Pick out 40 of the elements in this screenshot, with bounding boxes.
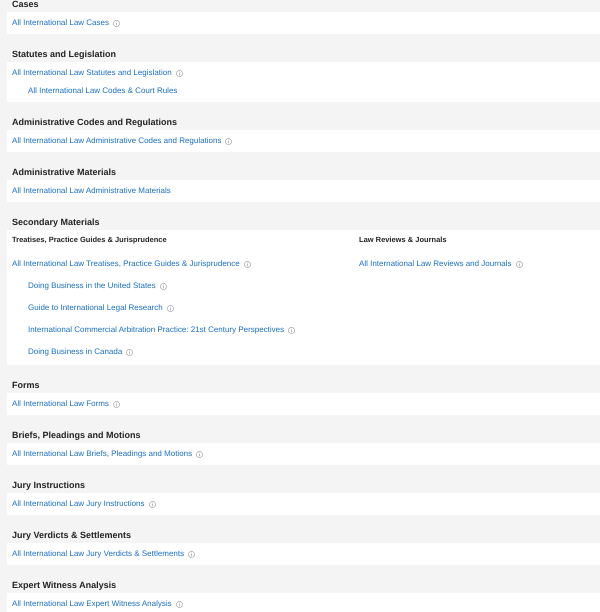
section-heading: Jury Instructions [12, 480, 86, 491]
category-link[interactable]: All International Law Treatises, Practice Guides & Jurisprudence [12, 258, 240, 270]
category-link[interactable]: International Commercial Arbitration Practice: 21st Century Perspectives [28, 324, 284, 336]
info-icon[interactable] [288, 326, 296, 334]
section-heading: Cases [12, 0, 39, 10]
category-link[interactable]: Doing Business in the United States [28, 280, 156, 292]
info-icon[interactable] [112, 400, 120, 408]
section-heading: Statutes and Legislation [12, 49, 116, 60]
category-link[interactable]: All International Law Codes & Court Rules [28, 85, 178, 97]
section-heading: Administrative Materials [12, 167, 116, 178]
info-icon[interactable] [148, 500, 156, 508]
category-link[interactable]: All International Law Forms [12, 398, 109, 410]
section-heading: Forms [12, 380, 40, 391]
info-icon[interactable] [244, 260, 251, 268]
section-heading: Jury Verdicts & Settlements [12, 530, 132, 541]
info-icon[interactable] [176, 70, 183, 76]
section-heading: Briefs, Pleadings and Motions [12, 430, 141, 441]
info-icon[interactable] [112, 20, 120, 26]
info-icon[interactable] [160, 282, 167, 290]
category-link[interactable]: All International Law Administrative Codes and Regulations [12, 135, 222, 147]
section-heading: Secondary Materials [12, 217, 100, 228]
section-heading: Expert Witness Analysis [12, 580, 116, 591]
category-link[interactable]: All International Law Cases [12, 17, 109, 29]
info-icon[interactable] [166, 304, 174, 312]
category-link[interactable]: Doing Business in Canada [28, 346, 122, 358]
info-icon[interactable] [126, 348, 134, 356]
category-link[interactable]: All International Law Jury Instructions [12, 498, 145, 510]
info-icon[interactable] [516, 260, 523, 268]
category-link[interactable]: All International Law Administrative Materials [12, 185, 171, 197]
category-link[interactable]: All International Law Statutes and Legislation [12, 67, 172, 79]
category-link[interactable]: Guide to International Legal Research [28, 302, 163, 314]
category-link[interactable]: All International Law Reviews and Journals [359, 258, 512, 270]
section-heading: Administrative Codes and Regulations [12, 117, 178, 128]
info-icon[interactable] [176, 600, 183, 608]
info-icon[interactable] [188, 550, 196, 558]
category-link[interactable]: All International Law Jury Verdicts & Settlements [12, 548, 184, 560]
info-icon[interactable] [196, 450, 204, 458]
category-link[interactable]: All International Law Expert Witness Analysis [12, 598, 172, 610]
category-link[interactable]: All International Law Briefs, Pleadings and Motions [12, 448, 192, 460]
info-icon[interactable] [225, 138, 232, 144]
